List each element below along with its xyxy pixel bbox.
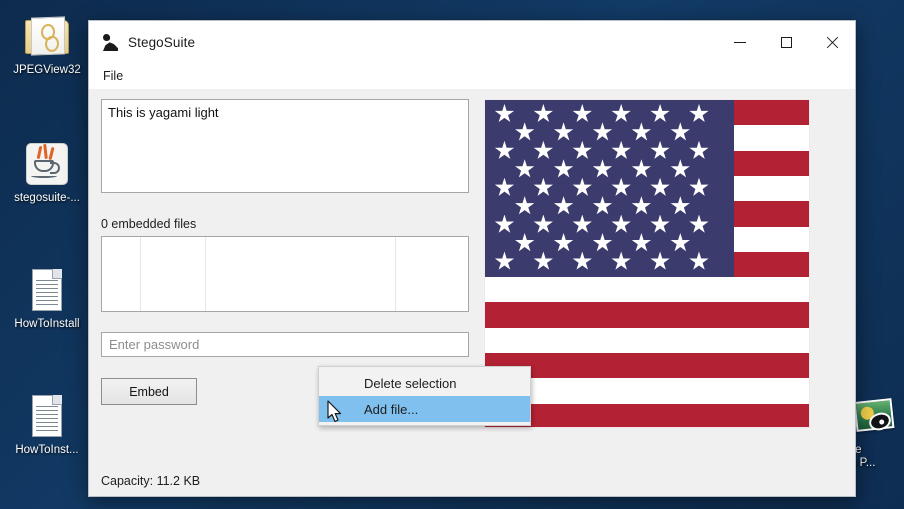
flag-star	[650, 177, 670, 196]
embedded-files-table[interactable]	[101, 236, 469, 312]
flag-star	[494, 140, 515, 159]
status-bar: Capacity: 11.2 KB	[89, 466, 855, 496]
desktop-icon-label: stegosuite-...	[14, 192, 80, 204]
context-menu-item-delete-selection[interactable]: Delete selection	[319, 370, 530, 396]
folder-icon	[23, 12, 71, 60]
image-preview-pane	[481, 99, 843, 466]
desktop-icon-label: HowToInst...	[15, 444, 79, 456]
text-document-icon	[23, 392, 71, 440]
close-button[interactable]	[809, 21, 855, 63]
context-menu-item-add-file[interactable]: Add file...	[319, 396, 530, 422]
flag-star	[494, 214, 515, 233]
window-controls	[717, 21, 855, 63]
flag-star	[533, 103, 553, 123]
us-flag-image[interactable]	[484, 99, 810, 428]
flag-star	[592, 122, 613, 141]
flag-star	[515, 196, 535, 215]
flag-star	[553, 233, 574, 252]
desktop-icon-howtoinst-2[interactable]: HowToInst...	[2, 392, 92, 457]
flag-star	[631, 159, 651, 178]
flag-star	[689, 214, 709, 233]
flag-star	[572, 214, 592, 233]
flag-star	[533, 177, 553, 196]
text-document-icon	[23, 266, 71, 314]
column-separator	[395, 237, 396, 311]
flag-star	[611, 177, 631, 196]
flag-star	[670, 159, 690, 178]
flag-star	[553, 159, 574, 178]
flag-star	[689, 103, 709, 123]
flag-star	[533, 140, 553, 159]
flag-star	[670, 233, 690, 252]
flag-star	[494, 251, 515, 270]
window-client-area: 0 embedded files Embed Extract Delete se…	[89, 89, 855, 466]
close-icon	[826, 36, 839, 49]
flag-star	[592, 233, 613, 252]
flag-star	[572, 140, 592, 159]
capacity-label: Capacity: 11.2 KB	[101, 474, 201, 488]
menu-item-file[interactable]: File	[95, 66, 131, 86]
flag-star	[592, 159, 613, 178]
flag-stripe	[485, 403, 809, 427]
flag-star	[572, 103, 592, 123]
flag-star	[611, 140, 631, 159]
flag-star	[631, 233, 651, 252]
flag-stripe	[485, 327, 809, 354]
desktop-icon-stegosuite[interactable]: stegosuite-...	[2, 140, 92, 205]
minimize-button[interactable]	[717, 21, 763, 63]
flag-stripe	[485, 378, 809, 405]
flag-star	[689, 177, 709, 196]
embedded-files-label: 0 embedded files	[101, 217, 197, 231]
java-jar-icon	[23, 140, 71, 188]
flag-stripe	[485, 353, 809, 380]
flag-star	[689, 251, 709, 270]
flag-star	[592, 196, 613, 215]
flag-star	[611, 251, 631, 270]
flag-star	[689, 140, 709, 159]
flag-star	[650, 214, 670, 233]
flag-star	[494, 177, 515, 196]
desktop-icon-jpegview32[interactable]: JPEGView32	[2, 12, 92, 77]
embed-button[interactable]: Embed	[101, 378, 197, 405]
flag-star	[494, 103, 515, 123]
flag-star	[650, 251, 670, 270]
flag-stripe	[485, 302, 809, 329]
desktop-icon-howtoinstall[interactable]: HowToInstall	[2, 266, 92, 331]
desktop-icon-label: JPEGView32	[13, 64, 81, 76]
flag-star	[515, 159, 535, 178]
message-textarea[interactable]	[101, 99, 469, 193]
context-menu: Delete selection Add file...	[318, 366, 531, 426]
flag-star	[533, 251, 553, 270]
flag-star	[650, 140, 670, 159]
flag-star	[670, 122, 690, 141]
flag-star	[611, 214, 631, 233]
stegosuite-icon	[101, 33, 119, 51]
flag-canton	[485, 100, 734, 278]
flag-star	[650, 103, 670, 123]
flag-star	[631, 196, 651, 215]
flag-star	[631, 122, 651, 141]
flag-star	[670, 196, 690, 215]
maximize-icon	[780, 36, 792, 48]
column-separator	[140, 237, 141, 311]
flag-star	[533, 214, 553, 233]
flag-stripe	[485, 277, 809, 304]
minimize-icon	[734, 41, 746, 43]
flag-star	[572, 251, 592, 270]
flag-star	[611, 103, 631, 123]
stegosuite-window: StegoSuite File 0 embedded files	[88, 20, 856, 497]
window-title: StegoSuite	[128, 34, 196, 50]
flag-star	[553, 122, 574, 141]
menu-bar: File	[89, 63, 855, 89]
flag-star	[515, 233, 535, 252]
desktop-icon-label: HowToInstall	[14, 318, 80, 330]
password-input[interactable]	[101, 332, 469, 357]
flag-star	[515, 122, 535, 141]
maximize-button[interactable]	[763, 21, 809, 63]
flag-star	[553, 196, 574, 215]
column-separator	[205, 237, 206, 311]
picture-mouse-icon	[850, 394, 898, 442]
flag-star	[572, 177, 592, 196]
title-bar[interactable]: StegoSuite	[89, 21, 855, 63]
